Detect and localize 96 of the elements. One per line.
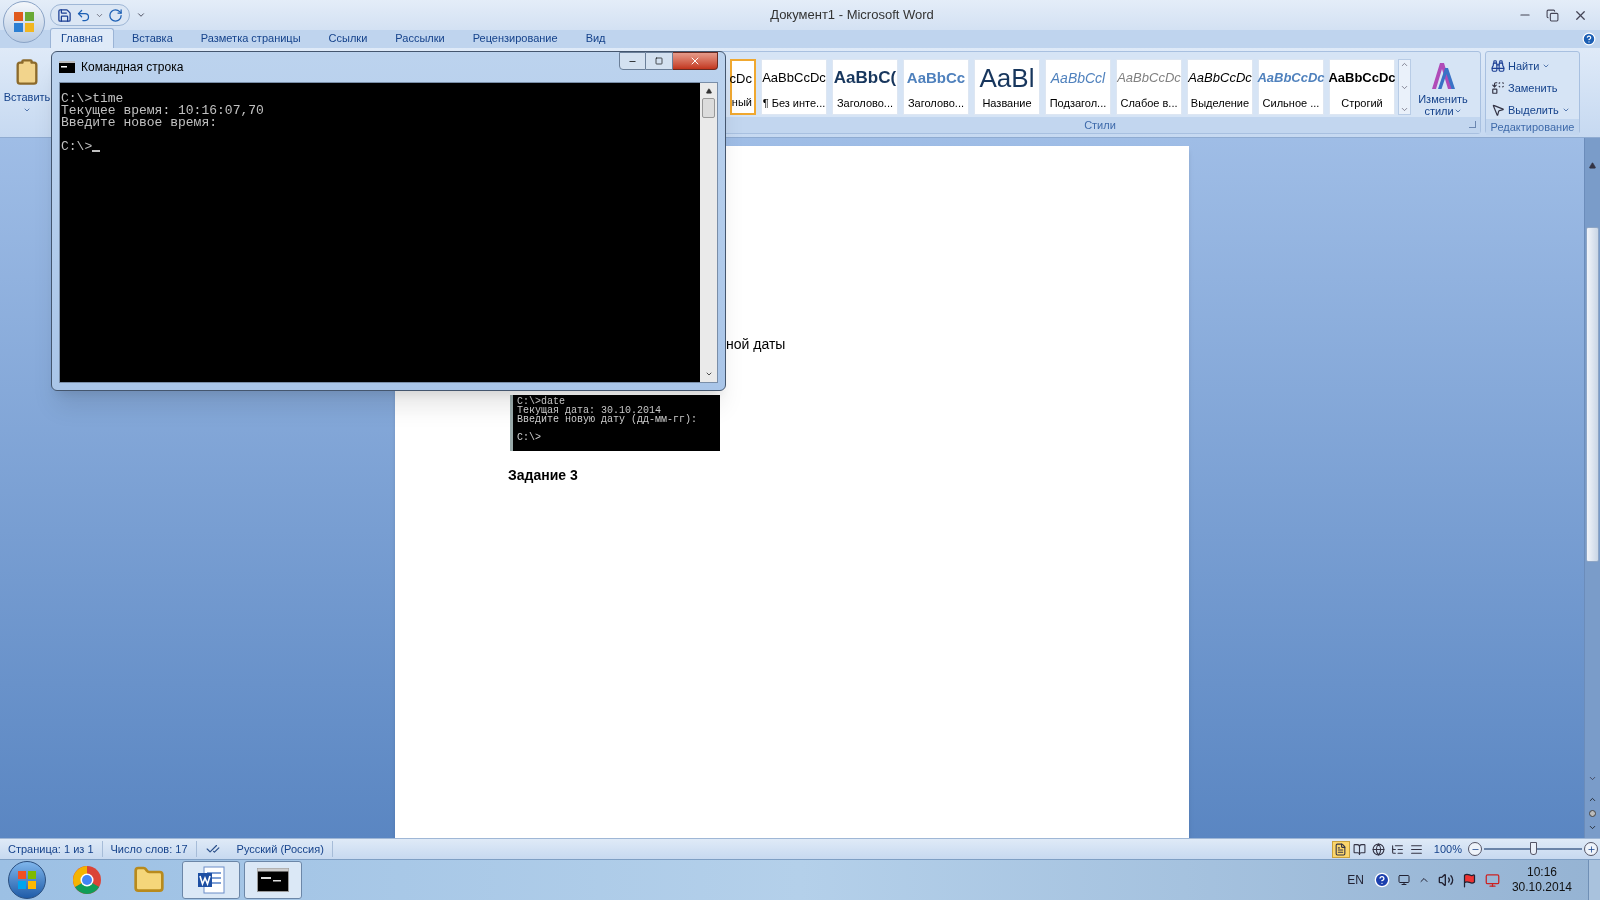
plus-icon	[1586, 844, 1596, 854]
zoom-level[interactable]: 100%	[1433, 840, 1462, 858]
group-label: Стили	[1084, 117, 1116, 133]
editing-command[interactable]: Заменить	[1491, 79, 1579, 97]
maximize-icon	[655, 57, 663, 65]
window-title: Командная строка	[81, 59, 184, 76]
outline-icon	[1391, 842, 1405, 856]
paste-button[interactable]: Вставить	[4, 51, 50, 134]
ribbon-tab[interactable]: Ссылки	[318, 28, 378, 48]
view-button[interactable]	[1331, 840, 1350, 858]
console-line: Текущее время: 10:16:07,70	[61, 105, 264, 117]
scroll-down-icon	[704, 370, 713, 378]
zoom-thumb[interactable]	[1530, 842, 1537, 855]
reading-icon	[1353, 842, 1367, 856]
scroll-up-icon	[705, 88, 712, 94]
binoculars-icon	[1491, 59, 1505, 73]
style-swatch[interactable]: AaBbC( Заголово...	[832, 59, 898, 115]
ribbon-tab[interactable]: Вставка	[121, 28, 183, 48]
ribbon-tab[interactable]: Рассылки	[385, 28, 455, 48]
replace-icon	[1491, 81, 1505, 95]
maximize-button[interactable]	[646, 52, 673, 70]
pointer-icon	[1491, 103, 1505, 117]
web-layout-icon	[1372, 842, 1386, 856]
style-swatch[interactable]: AaBbCcDc Строгий	[1329, 59, 1395, 115]
style-swatch[interactable]: AaBbCcDc ¶ Без инте...	[761, 59, 827, 115]
draft-icon	[1410, 842, 1424, 856]
ribbon-tab[interactable]: Разметка страницы	[190, 28, 311, 48]
ribbon-tab[interactable]: Вид	[575, 28, 616, 48]
input-language[interactable]: EN	[1347, 871, 1364, 889]
console-line: C:\>date	[517, 397, 565, 406]
console-line: Введите новую дату (дд-мм-гг):	[517, 415, 698, 424]
clock[interactable]: 10:16 30.10.2014	[1511, 865, 1572, 895]
zoom-in-button[interactable]	[1584, 842, 1598, 856]
browser-icon	[72, 865, 102, 895]
minimize-button[interactable]	[619, 52, 646, 70]
previous-page-icon[interactable]	[1588, 795, 1597, 804]
restore-icon[interactable]	[1546, 8, 1559, 22]
redo-icon[interactable]	[108, 7, 123, 23]
next-page-icon[interactable]	[1588, 823, 1597, 832]
page-count[interactable]: Страница: 1 из 1	[0, 840, 103, 858]
console-line: Введите новое время:	[61, 117, 218, 129]
print-layout-icon	[1334, 842, 1348, 856]
dialog-launcher-icon[interactable]	[1469, 121, 1476, 128]
undo-icon[interactable]	[76, 7, 91, 23]
office-logo-icon	[12, 10, 36, 34]
scroll-up-icon	[1400, 60, 1409, 69]
scroll-thumb[interactable]	[702, 98, 715, 118]
scroll-up-icon	[1589, 162, 1596, 169]
more-icon	[1400, 105, 1409, 114]
document-icon	[196, 865, 226, 895]
save-icon[interactable]	[57, 7, 72, 23]
style-swatch[interactable]: AaBbCcDc Выделение	[1187, 59, 1253, 115]
change-styles-button[interactable]: Изменить стили	[1413, 59, 1473, 117]
help-icon[interactable]	[1582, 32, 1596, 46]
caret-icon	[1561, 106, 1570, 114]
console-icon	[59, 61, 75, 73]
group-label: Редактирование	[1490, 119, 1575, 135]
close-button[interactable]	[673, 52, 718, 70]
scroll-thumb[interactable]	[1586, 227, 1599, 562]
caret-icon	[1453, 107, 1462, 115]
console-scrollbar[interactable]	[700, 83, 717, 382]
ribbon-tab[interactable]: Главная	[50, 28, 114, 48]
taskbar-button[interactable]	[244, 861, 302, 899]
console-icon	[257, 868, 289, 892]
heading: Задание 3	[508, 466, 578, 485]
ribbon-tab[interactable]: Рецензирование	[462, 28, 568, 48]
taskbar-button[interactable]	[182, 861, 240, 899]
browse-object-icon[interactable]	[1589, 810, 1596, 817]
console-line: C:\>	[61, 141, 93, 153]
customize-caret-icon[interactable]	[136, 10, 146, 20]
proofing-icon[interactable]	[204, 842, 221, 856]
caret-icon	[1542, 62, 1551, 70]
style-swatch[interactable]: AaBbCc Заголово...	[903, 59, 969, 115]
word-count[interactable]: Число слов: 17	[102, 840, 197, 858]
vertical-scrollbar[interactable]	[1584, 138, 1600, 838]
zoom-out-button[interactable]	[1468, 842, 1482, 856]
console-line: C:\>time	[61, 93, 124, 105]
style-swatch[interactable]: AaBbCcDc Слабое в...	[1116, 59, 1182, 115]
paragraph: ной даты	[726, 335, 786, 354]
start-button[interactable]	[8, 861, 46, 899]
close-icon	[689, 55, 701, 67]
console-line: C:\>	[517, 433, 541, 442]
language-label[interactable]: Русский (Россия)	[228, 840, 333, 858]
windows-logo-icon	[17, 870, 37, 890]
editing-command[interactable]: Выделить	[1491, 101, 1579, 119]
style-swatch[interactable]: AaBl Название	[974, 59, 1040, 115]
scroll-down-icon	[1588, 774, 1597, 783]
window-title: Документ1 - Microsoft Word	[770, 6, 934, 25]
style-swatch[interactable]: AaBbCcl Подзагол...	[1045, 59, 1111, 115]
style-swatch[interactable]: AaBbCcDc Сильное ...	[1258, 59, 1324, 115]
flag-icon[interactable]	[1461, 872, 1477, 888]
editing-command[interactable]: Найти	[1491, 57, 1579, 75]
help-icon[interactable]	[1373, 872, 1390, 888]
console-line: Текущая дата: 30.10.2014	[517, 406, 662, 415]
volume-icon[interactable]	[1437, 872, 1454, 888]
view-button[interactable]	[1369, 840, 1388, 858]
